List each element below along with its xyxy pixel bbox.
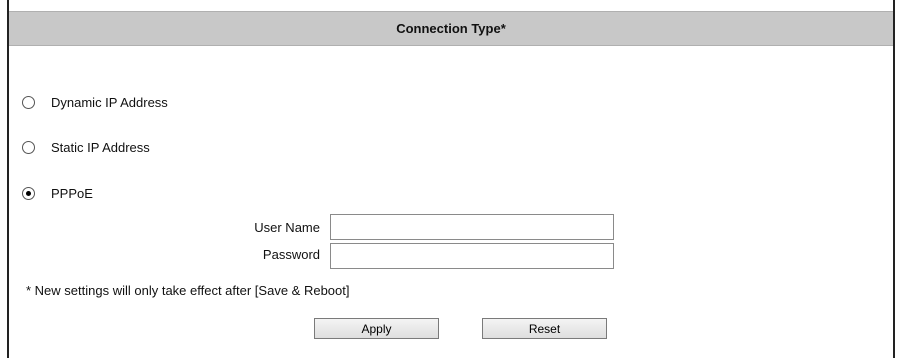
static-ip-radio[interactable]: [22, 140, 35, 154]
dynamic-ip-radio[interactable]: [22, 95, 35, 109]
username-label: User Name: [254, 220, 320, 235]
pppoe-radio[interactable]: [22, 186, 35, 200]
section-header: Connection Type*: [9, 11, 893, 46]
pppoe-label: PPPoE: [51, 185, 93, 201]
option-static-ip[interactable]: Static IP Address: [22, 139, 150, 155]
connection-type-panel: Connection Type* Dynamic IP Address Stat…: [7, 0, 895, 358]
option-dynamic-ip[interactable]: Dynamic IP Address: [22, 94, 168, 110]
username-input[interactable]: [330, 214, 614, 240]
reboot-note: * New settings will only take effect aft…: [26, 283, 350, 298]
apply-button[interactable]: Apply: [314, 318, 439, 339]
static-ip-label: Static IP Address: [51, 139, 150, 155]
password-label: Password: [262, 247, 320, 262]
dynamic-ip-label: Dynamic IP Address: [51, 94, 168, 110]
reset-button[interactable]: Reset: [482, 318, 607, 339]
option-pppoe[interactable]: PPPoE: [22, 185, 93, 201]
section-title: Connection Type*: [396, 21, 506, 36]
password-input[interactable]: [330, 243, 614, 269]
